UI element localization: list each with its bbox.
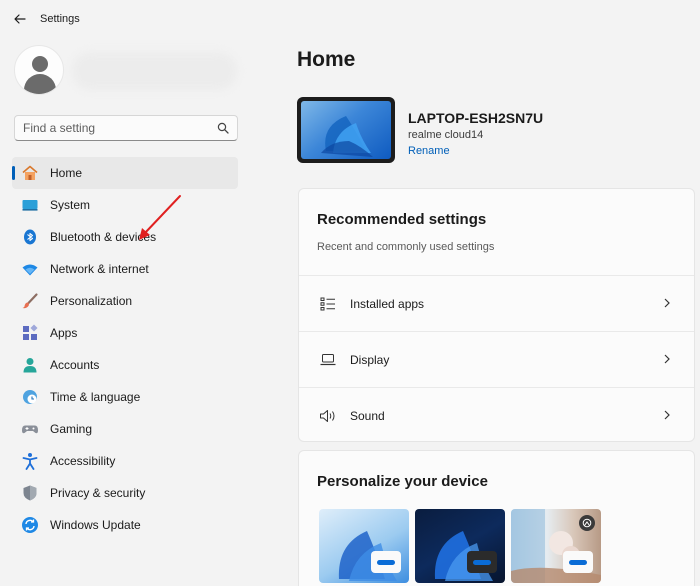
theme-mode-badge: [371, 551, 401, 573]
search-box[interactable]: [14, 115, 238, 141]
device-thumbnail: [297, 97, 395, 163]
theme-mode-badge: [563, 551, 593, 573]
avatar-head-icon: [32, 56, 48, 72]
row-label: Display: [350, 352, 390, 367]
shield-icon: [21, 484, 39, 502]
annotation-arrow-icon: [139, 195, 181, 240]
sidebar-item-label: System: [50, 198, 91, 212]
device-model: realme cloud14: [408, 129, 484, 141]
chevron-right-icon: [664, 298, 670, 308]
search-input[interactable]: [15, 116, 211, 140]
sidebar-item-label: Network & internet: [50, 262, 149, 276]
device-name: LAPTOP-ESH2SN7U: [408, 110, 544, 126]
recommended-settings-card: Recommended settings Recent and commonly…: [298, 188, 695, 442]
back-arrow-icon: [14, 14, 26, 24]
avatar[interactable]: [14, 45, 64, 95]
sidebar-item-label: Apps: [50, 326, 78, 340]
sidebar-item-system[interactable]: System: [12, 189, 238, 221]
row-label: Installed apps: [350, 296, 425, 311]
wifi-icon: [21, 260, 39, 278]
display-row[interactable]: Display: [299, 331, 694, 387]
brush-icon: [21, 292, 39, 310]
row-label: Sound: [350, 408, 385, 423]
sidebar-item-label: Windows Update: [50, 518, 141, 532]
user-name-redacted: [72, 52, 237, 90]
accessibility-icon: [21, 452, 39, 470]
back-button[interactable]: [10, 9, 30, 29]
globe-clock-icon: [21, 388, 39, 406]
sidebar-item-personalization[interactable]: Personalization: [12, 285, 238, 317]
card-title: Personalize your device: [317, 473, 488, 490]
sidebar-item-apps[interactable]: Apps: [12, 317, 238, 349]
sidebar-item-label: Gaming: [50, 422, 93, 436]
slideshow-icon: [579, 515, 595, 531]
laptop-icon: [319, 351, 337, 369]
sidebar-item-label: Home: [50, 166, 83, 180]
sidebar-item-time-language[interactable]: Time & language: [12, 381, 238, 413]
home-icon: [21, 164, 39, 182]
page-title: Home: [297, 48, 356, 71]
sidebar-item-bluetooth[interactable]: Bluetooth & devices: [12, 221, 238, 253]
sidebar-item-label: Personalization: [50, 294, 133, 308]
sidebar-item-network[interactable]: Network & internet: [12, 253, 238, 285]
chevron-right-icon: [664, 354, 670, 364]
gamepad-icon: [21, 420, 39, 438]
title-bar: Settings: [0, 0, 700, 40]
personalize-card: Personalize your device: [298, 450, 695, 586]
sidebar-item-label: Accessibility: [50, 454, 116, 468]
system-icon: [21, 196, 39, 214]
search-icon: [217, 122, 229, 134]
sidebar-nav: Home System Bluetooth & devices Network …: [12, 157, 238, 541]
sidebar-item-privacy[interactable]: Privacy & security: [12, 477, 238, 509]
sidebar-item-label: Time & language: [50, 390, 141, 404]
accounts-icon: [21, 356, 39, 374]
sidebar-item-accessibility[interactable]: Accessibility: [12, 445, 238, 477]
selection-indicator: [12, 166, 15, 180]
theme-photo-flowers[interactable]: [511, 509, 601, 583]
sidebar-item-windows-update[interactable]: Windows Update: [12, 509, 238, 541]
rename-link[interactable]: Rename: [408, 145, 450, 157]
sidebar-item-accounts[interactable]: Accounts: [12, 349, 238, 381]
sidebar-item-home[interactable]: Home: [12, 157, 238, 189]
speaker-icon: [319, 407, 337, 425]
apps-icon: [21, 324, 39, 342]
sidebar-item-gaming[interactable]: Gaming: [12, 413, 238, 445]
list-icon: [319, 295, 337, 313]
sync-icon: [21, 516, 39, 534]
bluetooth-icon: [21, 228, 39, 246]
theme-light-bloom[interactable]: [319, 509, 409, 583]
avatar-body-icon: [24, 74, 56, 94]
theme-dark-bloom[interactable]: [415, 509, 505, 583]
app-title: Settings: [40, 13, 80, 25]
card-subtitle: Recent and commonly used settings: [317, 241, 495, 253]
sidebar-item-label: Accounts: [50, 358, 100, 372]
chevron-right-icon: [664, 410, 670, 420]
wallpaper-bloom: [301, 101, 391, 159]
sound-row[interactable]: Sound: [299, 387, 694, 443]
sidebar-item-label: Privacy & security: [50, 486, 146, 500]
installed-apps-row[interactable]: Installed apps: [299, 275, 694, 331]
card-title: Recommended settings: [317, 211, 487, 228]
theme-mode-badge: [467, 551, 497, 573]
